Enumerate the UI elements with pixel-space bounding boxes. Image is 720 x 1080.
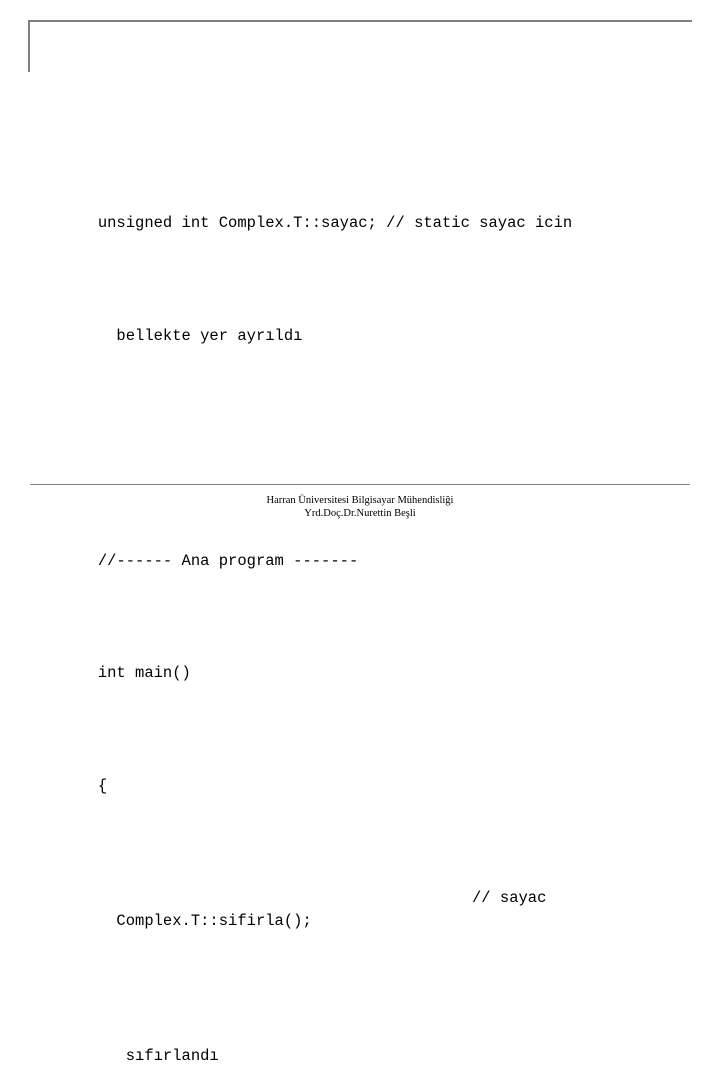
- code-line: //------ Ana program -------: [42, 527, 678, 595]
- code-spacer: [42, 437, 678, 460]
- code-line-main: {: [97, 776, 108, 795]
- code-comment: // sayac: [472, 889, 547, 907]
- code-line: {: [42, 752, 678, 820]
- footer-line-author: Yrd.Doç.Dr.Nurettin Beşli: [304, 508, 416, 519]
- code-line-continuation: bellekte yer ayrıldı: [42, 302, 678, 370]
- code-line-cont: sıfırlandı: [97, 1046, 219, 1065]
- code-line: Complex.T::sifirla(); // sayac: [42, 887, 678, 977]
- code-line-main: Complex.T::sifirla();: [97, 911, 312, 930]
- code-line-main: //------ Ana program -------: [97, 551, 359, 570]
- slide-footer: Harran Üniversitesi Bilgisayar Mühendisl…: [0, 494, 720, 520]
- slide: unsigned int Complex.T::sayac; // static…: [0, 0, 720, 1065]
- code-line-main: unsigned int Complex.T::sayac; // static…: [97, 214, 573, 232]
- code-line-cont: bellekte yer ayrıldı: [97, 326, 303, 345]
- code-line: int main(): [42, 640, 678, 708]
- left-frame-tick: [28, 20, 30, 72]
- code-line: unsigned int Complex.T::sayac; // static…: [42, 190, 678, 258]
- code-block: unsigned int Complex.T::sayac; // static…: [42, 122, 678, 1080]
- code-line-main: int main(): [97, 664, 191, 682]
- bottom-divider: [30, 484, 690, 485]
- top-divider: [28, 20, 692, 22]
- code-line-continuation: sıfırlandı: [42, 1022, 678, 1080]
- footer-line-institution: Harran Üniversitesi Bilgisayar Mühendisl…: [266, 495, 454, 506]
